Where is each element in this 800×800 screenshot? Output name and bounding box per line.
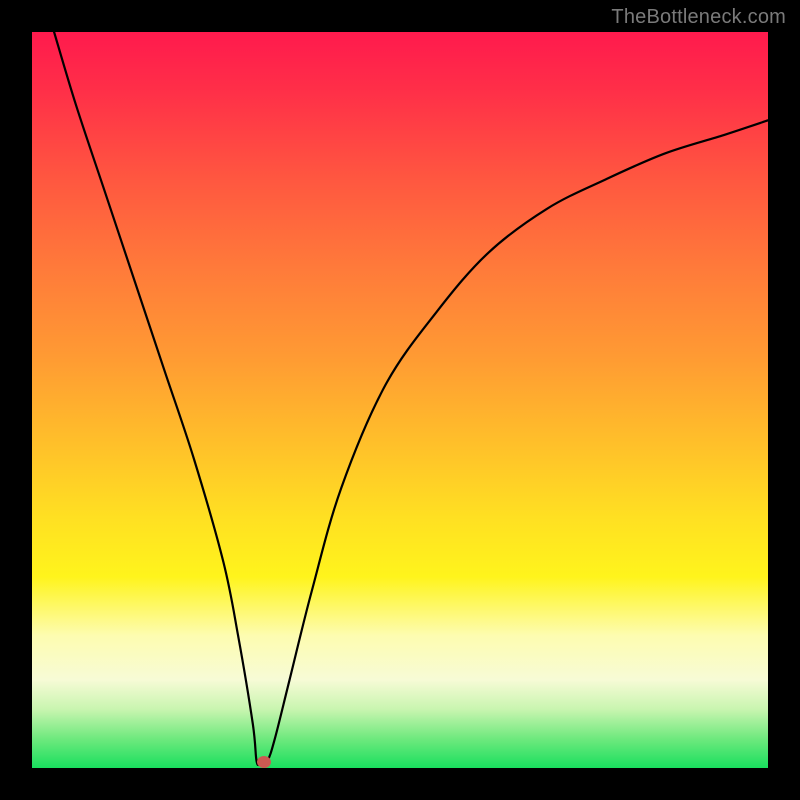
watermark-text: TheBottleneck.com (611, 6, 786, 29)
plot-area (32, 32, 768, 768)
chart-frame: TheBottleneck.com (0, 0, 800, 800)
bottleneck-curve (32, 32, 768, 768)
optimum-marker (257, 756, 271, 768)
